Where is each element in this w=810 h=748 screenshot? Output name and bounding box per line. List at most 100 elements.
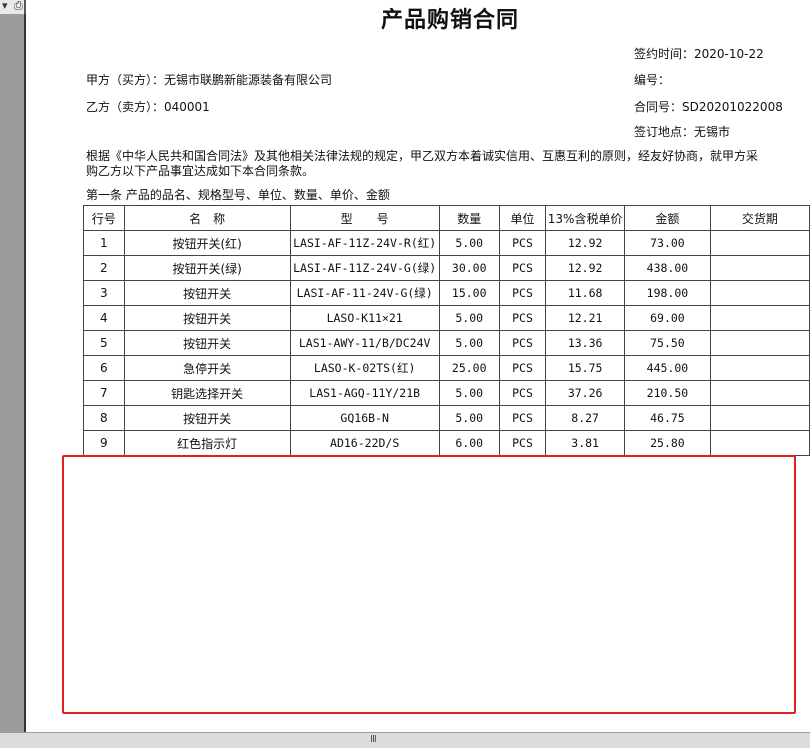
cell-price: 37.26 (545, 380, 626, 406)
cell-no: 1 (83, 230, 125, 256)
cell-delivery (709, 305, 810, 331)
cell-unit: PCS (498, 330, 547, 356)
cell-price: 8.27 (545, 405, 626, 431)
cell-delivery (709, 380, 810, 406)
cell-price: 12.92 (545, 230, 626, 256)
cell-no: 5 (83, 330, 125, 356)
table-row: 4 按钮开关 LASO-K11×21 5.00 PCS 12.21 69.00 (83, 305, 810, 331)
cell-unit: PCS (498, 230, 547, 256)
col-header-name: 名 称 (123, 205, 291, 231)
cell-price: 11.68 (545, 280, 626, 306)
sign-place: 签订地点：无锡市 (634, 125, 731, 139)
cell-price: 15.75 (545, 355, 626, 381)
cell-price: 3.81 (545, 430, 626, 456)
print-icon[interactable]: ⎙ (14, 0, 23, 12)
table-row: 8 按钮开关 GQ16B-N 5.00 PCS 8.27 46.75 (83, 405, 810, 431)
cell-name: 按钮开关 (123, 330, 291, 356)
table-header-row: 行号 名 称 型 号 数量 单位 13%含税单价 金额 交货期 (83, 205, 810, 231)
cell-no: 3 (83, 280, 125, 306)
cell-amount: 438.00 (624, 255, 711, 281)
cell-amount: 25.80 (624, 430, 711, 456)
cell-unit: PCS (498, 430, 547, 456)
cell-delivery (709, 405, 810, 431)
cell-delivery (709, 355, 810, 381)
highlight-box (62, 455, 796, 714)
table-row: 1 按钮开关(红) LASI-AF-11Z-24V-R(红) 5.00 PCS … (83, 230, 810, 256)
cell-amount: 210.50 (624, 380, 711, 406)
cell-model: LASO-K-02TS(红) (289, 355, 440, 381)
horizontal-scrollbar[interactable]: III (0, 732, 810, 748)
cell-model: GQ16B-N (289, 405, 440, 431)
cell-amount: 75.50 (624, 330, 711, 356)
col-header-amount: 金额 (624, 205, 711, 231)
cell-model: LASI-AF-11Z-24V-G(绿) (289, 255, 440, 281)
dropdown-icon[interactable]: ▾ (2, 0, 8, 12)
cell-qty: 5.00 (438, 230, 500, 256)
cell-model: LAS1-AWY-11/B/DC24V (289, 330, 440, 356)
cell-unit: PCS (498, 380, 547, 406)
viewer-left-margin (0, 14, 26, 732)
cell-name: 按钮开关 (123, 405, 291, 431)
cell-model: LASO-K11×21 (289, 305, 440, 331)
cell-unit: PCS (498, 280, 547, 306)
cell-qty: 6.00 (438, 430, 500, 456)
sign-date: 签约时间：2020-10-22 (634, 47, 764, 61)
preamble-line-2: 购乙方以下产品事宜达成如下本合同条款。 (86, 164, 315, 178)
cell-unit: PCS (498, 305, 547, 331)
cell-model: LASI-AF-11Z-24V-R(红) (289, 230, 440, 256)
cell-model: AD16-22D/S (289, 430, 440, 456)
contract-number: 合同号：SD20201022008 (634, 100, 783, 114)
cell-name: 红色指示灯 (123, 430, 291, 456)
cell-amount: 198.00 (624, 280, 711, 306)
page-edge (24, 14, 26, 732)
col-header-price: 13%含税单价 (545, 205, 626, 231)
cell-name: 按钮开关(红) (123, 230, 291, 256)
col-header-qty: 数量 (438, 205, 500, 231)
cell-price: 12.21 (545, 305, 626, 331)
cell-no: 8 (83, 405, 125, 431)
cell-unit: PCS (498, 405, 547, 431)
cell-qty: 5.00 (438, 405, 500, 431)
cell-qty: 15.00 (438, 280, 500, 306)
document-title: 产品购销合同 (380, 7, 519, 33)
cell-unit: PCS (498, 355, 547, 381)
col-header-unit: 单位 (498, 205, 547, 231)
cell-name: 按钮开关 (123, 305, 291, 331)
cell-price: 12.92 (545, 255, 626, 281)
cell-price: 13.36 (545, 330, 626, 356)
col-header-model: 型 号 (289, 205, 440, 231)
table-row: 5 按钮开关 LAS1-AWY-11/B/DC24V 5.00 PCS 13.3… (83, 330, 810, 356)
cell-name: 按钮开关(绿) (123, 255, 291, 281)
cell-no: 2 (83, 255, 125, 281)
cell-unit: PCS (498, 255, 547, 281)
table-row: 9 红色指示灯 AD16-22D/S 6.00 PCS 3.81 25.80 (83, 430, 810, 456)
cell-delivery (709, 280, 810, 306)
col-header-delivery: 交货期 (709, 205, 810, 231)
cell-name: 按钮开关 (123, 280, 291, 306)
cell-no: 7 (83, 380, 125, 406)
cell-delivery (709, 330, 810, 356)
party-b: 乙方（卖方）：040001 (86, 100, 210, 114)
cell-qty: 5.00 (438, 380, 500, 406)
cell-model: LAS1-AGQ-11Y/21B (289, 380, 440, 406)
cell-name: 钥匙选择开关 (123, 380, 291, 406)
col-header-no: 行号 (83, 205, 125, 231)
table-row: 3 按钮开关 LASI-AF-11-24V-G(绿) 15.00 PCS 11.… (83, 280, 810, 306)
cell-delivery (709, 430, 810, 456)
cell-delivery (709, 255, 810, 281)
table-row: 7 钥匙选择开关 LAS1-AGQ-11Y/21B 5.00 PCS 37.26… (83, 380, 810, 406)
serial-number: 编号： (634, 73, 671, 87)
party-a: 甲方（买方）：无锡市联鹏新能源装备有限公司 (86, 73, 333, 87)
cell-amount: 69.00 (624, 305, 711, 331)
cell-amount: 73.00 (624, 230, 711, 256)
table-row: 2 按钮开关(绿) LASI-AF-11Z-24V-G(绿) 30.00 PCS… (83, 255, 810, 281)
product-table: 行号 名 称 型 号 数量 单位 13%含税单价 金额 交货期 1 按钮开关(红… (83, 205, 810, 456)
article-1-heading: 第一条 产品的品名、规格型号、单位、数量、单价、金额 (86, 188, 390, 202)
cell-name: 急停开关 (123, 355, 291, 381)
cell-no: 4 (83, 305, 125, 331)
cell-qty: 30.00 (438, 255, 500, 281)
cell-model: LASI-AF-11-24V-G(绿) (289, 280, 440, 306)
cell-amount: 46.75 (624, 405, 711, 431)
scrollbar-grip-icon[interactable]: III (370, 734, 377, 745)
cell-delivery (709, 230, 810, 256)
